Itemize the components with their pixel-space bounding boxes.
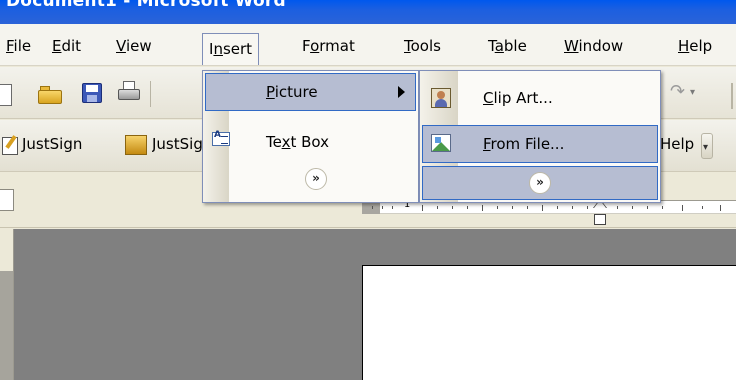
menu-help-rest: elp <box>689 37 713 55</box>
left-indent-marker[interactable] <box>594 214 606 225</box>
toolbar-separator <box>150 81 151 107</box>
menu-edit[interactable]: Edit <box>46 34 87 60</box>
insert-menu-dropdown: Picture Text Box » <box>202 70 419 203</box>
menu-view-rest: iew <box>125 37 152 55</box>
submenu-arrow-icon <box>398 86 405 98</box>
menu-table-mnemonic: a <box>494 37 504 55</box>
window-title: Document1 - Microsoft Word <box>6 0 286 11</box>
expand-chevrons-icon[interactable]: » <box>529 172 551 194</box>
menu-item-from-file[interactable]: From File... <box>422 125 658 163</box>
clip-art-mnemonic: C <box>483 89 494 107</box>
new-document-icon[interactable] <box>0 84 12 106</box>
justsign-second-button[interactable]: JustSign <box>152 135 206 153</box>
menu-window-mnemonic: W <box>564 37 579 55</box>
sign-pen-icon <box>2 137 18 155</box>
picture-rest: icture <box>274 83 318 101</box>
menu-item-clip-art-label: Clip Art... <box>483 89 553 107</box>
from-file-mnemonic: F <box>483 135 491 153</box>
menu-window-rest: indow <box>578 37 624 55</box>
document-page[interactable] <box>362 265 736 380</box>
toolbar-options-grip[interactable] <box>701 133 713 159</box>
clip-art-icon <box>431 88 451 108</box>
menu-item-from-file-label: From File... <box>483 135 564 153</box>
menu-table-rest: ble <box>503 37 527 55</box>
menu-item-text-box-label: Text Box <box>266 133 329 151</box>
picture-submenu: Clip Art... From File... » <box>419 70 661 203</box>
menu-tools[interactable]: Tools <box>398 34 447 60</box>
tab-selector[interactable] <box>0 189 14 211</box>
menu-bar: File Edit View Insert Format Tools Table… <box>0 24 736 66</box>
menu-view-mnemonic: V <box>116 37 126 55</box>
expand-chevrons-icon[interactable]: » <box>305 168 327 190</box>
menu-format-rest: rmat <box>319 37 355 55</box>
justsign-button[interactable]: JustSign <box>22 135 82 153</box>
menu-help[interactable]: Help <box>672 34 718 60</box>
picture-from-file-icon <box>431 134 451 152</box>
vertical-ruler <box>0 229 14 380</box>
menu-insert-mnemonic: n <box>213 40 223 58</box>
save-disk-icon[interactable] <box>82 83 102 103</box>
redo-arrow-icon[interactable]: ↷ <box>670 81 685 102</box>
menu-file-mnemonic: F <box>6 37 14 55</box>
menu-help-mnemonic: H <box>678 37 690 55</box>
text-box-rest: t Box <box>290 133 330 151</box>
picture-submenu-expand-row[interactable]: » <box>422 166 658 200</box>
menu-tools-mnemonic: T <box>404 37 411 55</box>
toolbar-help-button[interactable]: Help <box>660 135 694 153</box>
picture-mnemonic: P <box>266 83 275 101</box>
text-box-pre: Te <box>266 133 282 151</box>
menu-file-rest: ile <box>13 37 32 55</box>
title-bar: Document1 - Microsoft Word <box>0 0 736 24</box>
menu-insert[interactable]: Insert <box>202 33 260 65</box>
menu-item-text-box[interactable]: Text Box <box>205 123 416 161</box>
menu-format-pre: F <box>302 37 311 55</box>
insert-menu-expand-row[interactable]: » <box>205 163 416 197</box>
from-file-rest: rom File... <box>490 135 565 153</box>
justsign-stamp-icon <box>125 135 147 155</box>
menu-tools-rest: ools <box>410 37 441 55</box>
chevron-down-icon[interactable]: ▾ <box>690 87 695 98</box>
open-folder-icon[interactable] <box>38 84 64 104</box>
menu-view[interactable]: View <box>110 34 158 60</box>
menu-item-clip-art[interactable]: Clip Art... <box>422 79 658 117</box>
menu-insert-rest: sert <box>222 40 253 58</box>
menu-item-picture[interactable]: Picture <box>205 73 416 111</box>
clip-art-rest: lip Art... <box>493 89 553 107</box>
menu-window[interactable]: Window <box>558 34 629 60</box>
text-box-icon <box>212 130 230 146</box>
menu-edit-rest: dit <box>61 37 82 55</box>
menu-format-mnemonic: o <box>310 37 320 55</box>
toolbar-separator <box>731 83 733 109</box>
menu-table-pre: T <box>488 37 495 55</box>
menu-file[interactable]: File <box>0 34 37 60</box>
menu-item-picture-label: Picture <box>266 83 318 101</box>
printer-icon[interactable] <box>118 81 140 103</box>
menu-table[interactable]: Table <box>482 34 533 60</box>
menu-format[interactable]: Format <box>296 34 361 60</box>
